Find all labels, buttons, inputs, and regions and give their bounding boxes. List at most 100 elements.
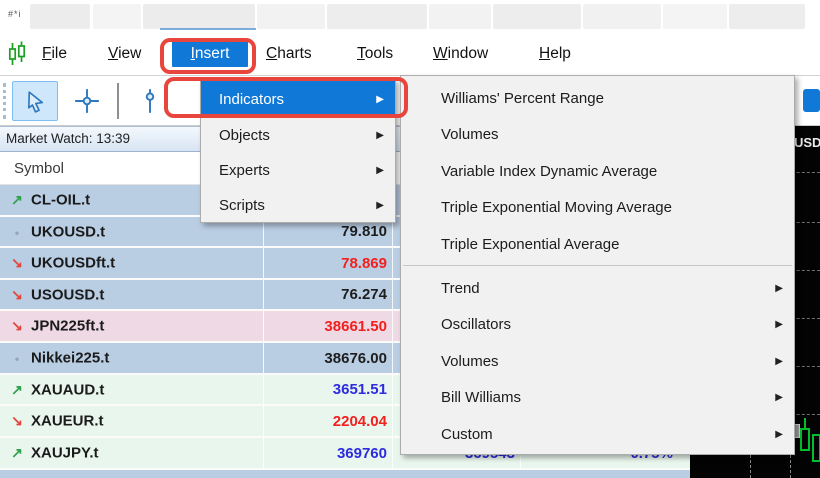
menu-file[interactable]: File	[42, 45, 67, 63]
bid-value: 78.869	[263, 248, 392, 278]
menu-item-custom[interactable]: Custom ▶	[401, 416, 794, 452]
crosshair-icon	[75, 89, 99, 113]
menu-item-label: Williams' Percent Range	[441, 89, 604, 107]
blur-block	[143, 4, 255, 29]
menu-item-label: Experts	[219, 161, 270, 179]
cursor-tool-button[interactable]	[12, 81, 58, 121]
menu-view[interactable]: View	[108, 45, 141, 63]
menu-window[interactable]: Window	[433, 45, 488, 63]
bid-value: 2204.04	[263, 406, 392, 436]
menu-item-triple-exponential-average[interactable]: Triple Exponential Average	[401, 226, 794, 262]
symbol-name: USOUSD.t	[31, 286, 105, 303]
menu-item-objects[interactable]: Objects ▶	[201, 117, 395, 153]
blur-block	[493, 4, 581, 29]
submenu-arrow-icon: ▶	[376, 129, 384, 141]
candlestick-logo-icon	[8, 41, 26, 65]
symbol-name: UKOUSDft.t	[31, 254, 116, 272]
menu-bar: File View Insert Charts Tools Window Hel…	[0, 32, 820, 76]
blur-block	[583, 4, 661, 29]
blurred-titlebar: #*i	[0, 0, 820, 32]
submenu-arrow-icon: ▶	[775, 355, 783, 367]
crosshair-tool-button[interactable]	[64, 81, 110, 121]
green-candle	[812, 434, 820, 462]
menu-item-label: Objects	[219, 126, 270, 144]
menu-item-label: Bill Williams	[441, 389, 521, 406]
symbol-name: XAUJPY.t	[31, 444, 99, 462]
blur-block	[30, 4, 90, 29]
menu-item-bill-williams[interactable]: Bill Williams ▶	[401, 380, 794, 416]
blur-block	[327, 4, 427, 29]
menu-item-variable-index-dynamic-average[interactable]: Variable Index Dynamic Average	[401, 153, 794, 189]
menu-item-volumes[interactable]: Volumes	[401, 117, 794, 153]
submenu-arrow-icon: ▶	[376, 164, 384, 176]
submenu-arrow-icon: ▶	[376, 93, 384, 105]
menu-item-triple-exponential-moving-average[interactable]: Triple Exponential Moving Average	[401, 190, 794, 226]
application-window: #*i File View Insert Charts Tools Window…	[0, 0, 820, 478]
trend-icon	[8, 318, 26, 335]
menu-item-label: Oscillators	[441, 316, 512, 333]
submenu-arrow-icon: ▶	[775, 428, 783, 440]
trend-icon	[8, 445, 26, 462]
vertical-line-tool-button[interactable]	[128, 81, 172, 121]
candle-wick	[804, 418, 806, 428]
blur-block	[429, 4, 491, 29]
menu-insert[interactable]: Insert	[172, 40, 248, 67]
menu-item-label: Volumes	[441, 352, 499, 370]
menu-separator	[403, 265, 792, 266]
bid-value: 38676.00	[263, 343, 392, 373]
trend-icon	[8, 413, 26, 430]
symbol-name: XAUEUR.t	[31, 412, 104, 430]
submenu-arrow-icon: ▶	[775, 282, 783, 294]
menu-item-label: Scripts	[219, 196, 265, 214]
toolbar-separator	[117, 83, 119, 119]
trend-icon	[8, 255, 26, 272]
trend-icon	[8, 381, 26, 398]
toolbar-grip-handle[interactable]	[3, 83, 6, 119]
trend-icon	[8, 350, 26, 366]
menu-item-experts[interactable]: Experts ▶	[201, 152, 395, 188]
trend-icon	[8, 224, 26, 240]
market-watch-row[interactable]	[0, 470, 690, 478]
menu-help[interactable]: Help	[539, 45, 571, 63]
symbol-name: XAUAUD.t	[31, 381, 105, 398]
menu-item-williams-percent-range[interactable]: Williams' Percent Range	[401, 80, 794, 116]
titlebar-blur-fragment: #*i	[8, 9, 22, 19]
menu-item-label: Variable Index Dynamic Average	[441, 162, 658, 180]
menu-item-label: Volumes	[441, 126, 499, 143]
bid-value: 3651.51	[263, 375, 392, 404]
bid-value: 38661.50	[263, 311, 392, 341]
symbol-name: CL-OIL.t	[31, 191, 91, 209]
submenu-arrow-icon: ▶	[376, 199, 384, 211]
menu-item-volumes-group[interactable]: Volumes ▶	[401, 343, 794, 379]
green-candle	[800, 428, 810, 451]
partial-toolbar-button[interactable]	[803, 89, 820, 112]
menu-item-scripts[interactable]: Scripts ▶	[201, 187, 395, 223]
menu-tools[interactable]: Tools	[357, 45, 393, 63]
menu-item-label: Trend	[441, 279, 480, 297]
menu-charts[interactable]: Charts	[266, 45, 312, 63]
blur-block	[257, 4, 325, 29]
menu-item-label: Indicators	[219, 90, 285, 108]
symbol-name: JPN225ft.t	[31, 317, 105, 335]
menu-item-label: Custom	[441, 425, 493, 443]
chart-symbol-label: USD	[794, 135, 820, 150]
symbol-name: UKOUSD.t	[31, 223, 106, 240]
bid-value: 76.274	[263, 280, 392, 309]
blur-block	[93, 4, 141, 29]
blur-block	[729, 4, 805, 29]
menu-item-oscillators[interactable]: Oscillators ▶	[401, 307, 794, 343]
menu-item-indicators[interactable]: Indicators ▶	[201, 81, 395, 117]
menu-item-label: Triple Exponential Average	[441, 235, 620, 253]
indicators-submenu: Williams' Percent Range Volumes Variable…	[400, 75, 795, 455]
insert-dropdown-menu: Indicators ▶ Objects ▶ Experts ▶ Scripts…	[200, 79, 396, 223]
trend-icon	[8, 192, 26, 209]
submenu-arrow-icon: ▶	[775, 319, 783, 330]
vertical-line-icon	[145, 89, 155, 113]
menu-item-trend[interactable]: Trend ▶	[401, 270, 794, 306]
blur-block	[663, 4, 727, 29]
bid-value: 369760	[263, 438, 392, 468]
symbol-name: Nikkei225.t	[31, 349, 110, 367]
trend-icon	[8, 286, 26, 303]
menu-item-label: Triple Exponential Moving Average	[441, 199, 672, 216]
submenu-arrow-icon: ▶	[775, 392, 783, 403]
